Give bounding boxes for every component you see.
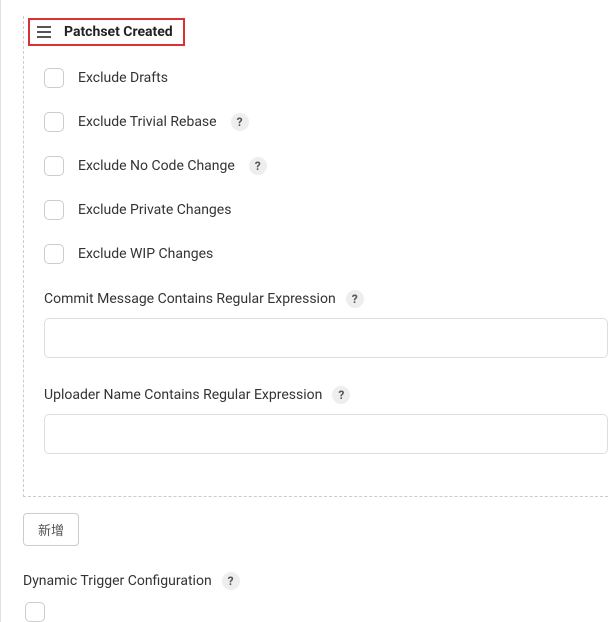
exclude-private-changes-checkbox[interactable] — [44, 200, 64, 220]
exclude-no-code-change-row: Exclude No Code Change ? — [24, 148, 608, 184]
add-button[interactable]: 新增 — [23, 513, 79, 546]
section-title: Patchset Created — [64, 24, 173, 40]
exclude-drafts-row: Exclude Drafts — [24, 60, 608, 96]
help-icon[interactable]: ? — [346, 290, 364, 308]
commit-message-regex-label: Commit Message Contains Regular Expressi… — [44, 291, 336, 307]
uploader-name-regex-group: Uploader Name Contains Regular Expressio… — [24, 376, 608, 454]
exclude-no-code-change-label: Exclude No Code Change — [78, 158, 235, 174]
commit-message-regex-label-row: Commit Message Contains Regular Expressi… — [44, 290, 608, 308]
exclude-wip-changes-checkbox[interactable] — [44, 244, 64, 264]
help-icon[interactable]: ? — [231, 113, 249, 131]
exclude-private-changes-row: Exclude Private Changes — [24, 192, 608, 228]
help-icon[interactable]: ? — [222, 572, 240, 590]
help-icon[interactable]: ? — [332, 386, 350, 404]
dynamic-trigger-section: Dynamic Trigger Configuration ? — [23, 572, 608, 622]
dynamic-trigger-checkbox[interactable] — [25, 602, 45, 622]
help-icon[interactable]: ? — [249, 157, 267, 175]
exclude-trivial-rebase-checkbox[interactable] — [44, 112, 64, 132]
commit-message-regex-input[interactable] — [44, 318, 608, 358]
event-config-panel: Patchset Created Exclude Drafts Exclude … — [23, 16, 608, 497]
exclude-trivial-rebase-row: Exclude Trivial Rebase ? — [24, 104, 608, 140]
exclude-private-changes-label: Exclude Private Changes — [78, 202, 231, 218]
exclude-wip-changes-row: Exclude WIP Changes — [24, 236, 608, 272]
exclude-drafts-checkbox[interactable] — [44, 68, 64, 88]
section-header: Patchset Created — [28, 18, 185, 46]
uploader-name-regex-label-row: Uploader Name Contains Regular Expressio… — [44, 386, 608, 404]
config-container: Patchset Created Exclude Drafts Exclude … — [0, 0, 608, 622]
uploader-name-regex-input[interactable] — [44, 414, 608, 454]
dynamic-trigger-label-row: Dynamic Trigger Configuration ? — [23, 572, 608, 590]
exclude-trivial-rebase-label: Exclude Trivial Rebase — [78, 114, 217, 130]
dynamic-trigger-label: Dynamic Trigger Configuration — [23, 573, 212, 589]
exclude-drafts-label: Exclude Drafts — [78, 70, 168, 86]
exclude-no-code-change-checkbox[interactable] — [44, 156, 64, 176]
commit-message-regex-group: Commit Message Contains Regular Expressi… — [24, 280, 608, 358]
drag-handle-icon[interactable] — [36, 24, 52, 40]
exclude-wip-changes-label: Exclude WIP Changes — [78, 246, 213, 262]
uploader-name-regex-label: Uploader Name Contains Regular Expressio… — [44, 387, 322, 403]
